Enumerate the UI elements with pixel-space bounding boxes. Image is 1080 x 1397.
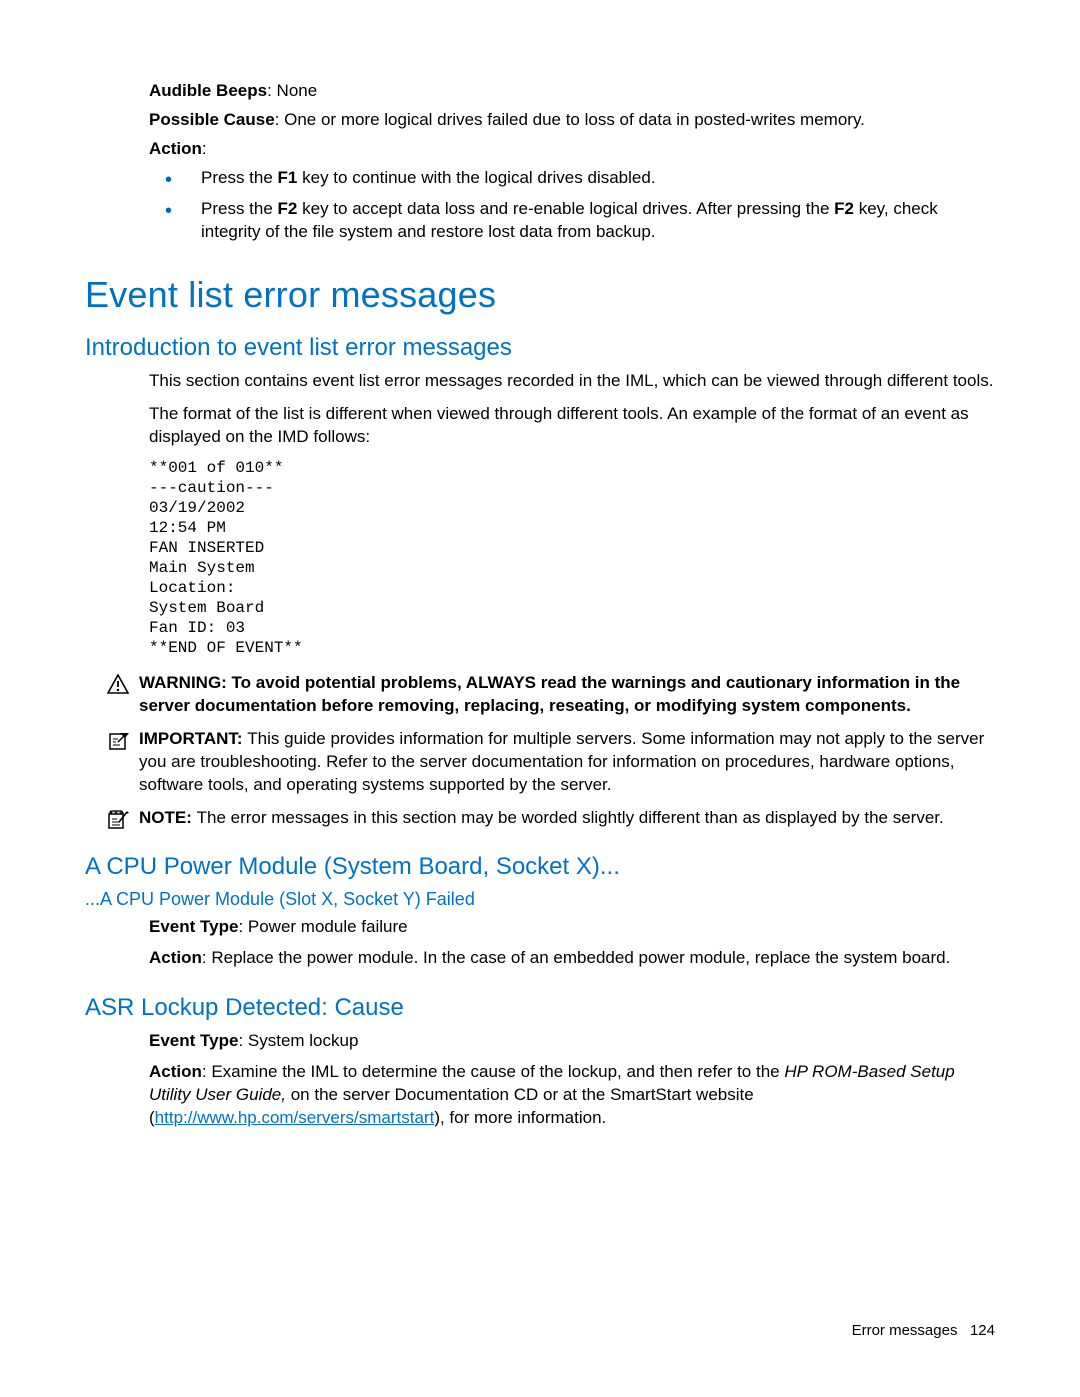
asr-event-type-line: Event Type: System lockup (149, 1030, 995, 1053)
important-callout: IMPORTANT: This guide provides informati… (107, 728, 995, 797)
audible-beeps-value: : None (267, 81, 317, 100)
important-label: IMPORTANT: (139, 729, 247, 748)
page-title: Event list error messages (85, 274, 995, 316)
warning-callout: WARNING: To avoid potential problems, AL… (107, 672, 995, 718)
warning-label: WARNING: (139, 673, 232, 692)
section-heading-asr: ASR Lockup Detected: Cause (85, 994, 995, 1022)
action-bullet-list: Press the F1 key to continue with the lo… (149, 167, 995, 244)
warning-text: To avoid potential problems, ALWAYS read… (139, 673, 960, 715)
audible-beeps-label: Audible Beeps (149, 81, 267, 100)
action-label: Action (149, 139, 202, 158)
footer-page-number: 124 (970, 1322, 995, 1339)
smartstart-link[interactable]: http://www.hp.com/servers/smartstart (155, 1108, 435, 1127)
possible-cause-value: : One or more logical drives failed due … (275, 110, 865, 129)
list-item: Press the F1 key to continue with the lo… (149, 167, 995, 190)
cpu-event-type-line: Event Type: Power module failure (149, 916, 995, 939)
possible-cause-label: Possible Cause (149, 110, 275, 129)
note-callout: NOTE: The error messages in this section… (107, 807, 995, 831)
possible-cause-line: Possible Cause: One or more logical driv… (149, 109, 995, 132)
action-colon: : (202, 139, 207, 158)
note-icon (107, 807, 135, 831)
page-footer: Error messages 124 (852, 1322, 995, 1339)
cpu-action-line: Action: Replace the power module. In the… (149, 947, 995, 970)
section-heading-cpu: A CPU Power Module (System Board, Socket… (85, 853, 995, 881)
action-label-line: Action: (149, 138, 995, 161)
subsection-heading-cpu: ...A CPU Power Module (Slot X, Socket Y)… (85, 889, 995, 910)
note-text: The error messages in this section may b… (197, 808, 944, 827)
important-text: This guide provides information for mult… (139, 729, 984, 794)
footer-section: Error messages (852, 1322, 958, 1339)
intro-p2: The format of the list is different when… (149, 403, 995, 449)
note-label: NOTE: (139, 808, 197, 827)
section-heading-intro: Introduction to event list error message… (85, 334, 995, 362)
important-icon (107, 728, 135, 752)
intro-p1: This section contains event list error m… (149, 370, 995, 393)
example-event-block: **001 of 010** ---caution--- 03/19/2002 … (149, 458, 995, 658)
audible-beeps-line: Audible Beeps: None (149, 80, 995, 103)
asr-action-line: Action: Examine the IML to determine the… (149, 1061, 995, 1130)
list-item: Press the F2 key to accept data loss and… (149, 198, 995, 244)
warning-icon (107, 672, 135, 694)
